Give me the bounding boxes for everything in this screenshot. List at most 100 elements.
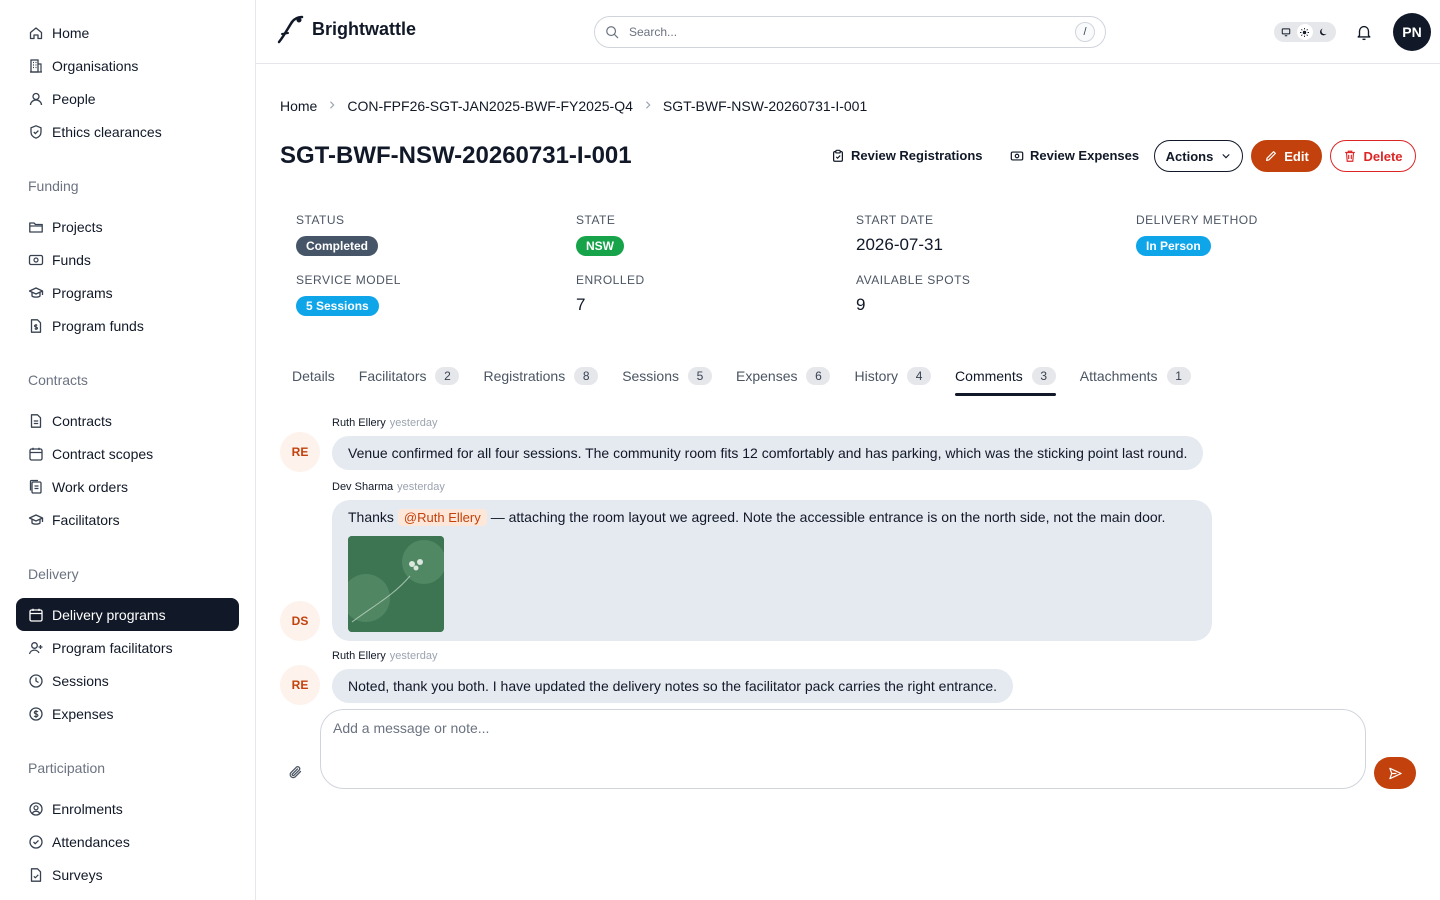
comment-author-line: Dev Sharma yesterday — [332, 481, 445, 493]
file-check-icon — [28, 867, 44, 883]
tab-expenses[interactable]: Expenses 6 — [724, 360, 842, 396]
check-circle-icon — [28, 834, 44, 850]
review-expenses-button[interactable]: Review Expenses — [1010, 148, 1139, 163]
sidebar-item-funds[interactable]: Funds — [16, 243, 239, 276]
sidebar-section-participation: Participation — [28, 760, 106, 776]
state-label: STATE — [576, 213, 616, 227]
actions-dropdown-button[interactable]: Actions — [1154, 140, 1243, 172]
tab-registrations[interactable]: Registrations 8 — [471, 360, 610, 396]
breadcrumb-item[interactable]: Home — [280, 98, 317, 114]
sidebar-item-program-funds[interactable]: Program funds — [16, 309, 239, 342]
actions-label: Actions — [1165, 148, 1214, 164]
sidebar-item-ethics-clearances[interactable]: Ethics clearances — [16, 115, 239, 148]
brand-name: Brightwattle — [312, 18, 417, 39]
available-spots-value: 9 — [856, 295, 866, 314]
moon-icon[interactable] — [1316, 24, 1332, 40]
search-input[interactable] — [629, 25, 1075, 39]
sun-icon[interactable] — [1296, 24, 1313, 40]
sidebar-section-funding: Funding — [28, 178, 79, 194]
sidebar-item-surveys[interactable]: Surveys — [16, 858, 239, 891]
sidebar-item-label: Enrolments — [52, 800, 123, 817]
sidebar-item-label: Organisations — [52, 57, 139, 74]
tab-sessions[interactable]: Sessions 5 — [610, 360, 724, 396]
enrolled-value: 7 — [576, 295, 586, 314]
monitor-icon[interactable] — [1278, 24, 1294, 40]
tab-comments[interactable]: Comments 3 — [943, 360, 1068, 396]
sidebar-item-facilitators[interactable]: Facilitators — [16, 503, 239, 536]
sidebar-item-label: Delivery programs — [52, 606, 166, 623]
comment-text: Venue confirmed for all four sessions. T… — [348, 445, 1188, 461]
sidebar-item-label: Expenses — [52, 705, 114, 722]
sidebar-item-programs[interactable]: Programs — [16, 276, 239, 309]
sidebar-item-label: Ethics clearances — [52, 123, 162, 140]
sidebar-item-expenses[interactable]: Expenses — [16, 697, 239, 730]
brand[interactable]: Brightwattle — [276, 14, 416, 44]
tab-attachments[interactable]: Attachments 1 — [1068, 360, 1203, 396]
edit-button[interactable]: Edit — [1251, 140, 1322, 172]
send-icon — [1388, 766, 1403, 781]
calendar-icon — [28, 446, 44, 462]
graduation-cap-icon — [28, 512, 44, 528]
tab-label: Details — [292, 368, 335, 384]
sidebar-item-contracts[interactable]: Contracts — [16, 404, 239, 437]
sidebar-item-program-facilitators[interactable]: Program facilitators — [16, 631, 239, 664]
tab-count-badge: 3 — [1031, 367, 1056, 385]
paperclip-icon[interactable] — [288, 764, 304, 780]
chevron-right-icon — [327, 99, 337, 113]
available-spots-label: AVAILABLE SPOTS — [856, 273, 971, 287]
attachment-thumbnail[interactable] — [348, 536, 444, 632]
message-input[interactable] — [333, 720, 1353, 778]
sidebar-item-projects[interactable]: Projects — [16, 210, 239, 243]
tab-count-badge: 4 — [907, 367, 932, 385]
sidebar-item-label: Projects — [52, 218, 103, 235]
service-model-label: SERVICE MODEL — [296, 273, 401, 287]
sidebar-item-label: Home — [52, 24, 90, 41]
edit-label: Edit — [1284, 148, 1309, 164]
tab-facilitators[interactable]: Facilitators 2 — [347, 360, 472, 396]
user-avatar[interactable]: PN — [1393, 13, 1431, 51]
calendar-icon — [28, 607, 44, 623]
sidebar-item-contract-scopes[interactable]: Contract scopes — [16, 437, 239, 470]
sidebar-item-work-orders[interactable]: Work orders — [16, 470, 239, 503]
enrolled-label: ENROLLED — [576, 273, 645, 287]
banknote-icon — [28, 252, 44, 268]
room-layout-image-icon — [348, 536, 444, 632]
breadcrumb-item[interactable]: CON-FPF26-SGT-JAN2025-BWF-FY2025-Q4 — [347, 98, 633, 114]
tab-details[interactable]: Details — [280, 360, 347, 396]
notifications-bell-icon[interactable] — [1354, 22, 1374, 42]
sidebar-item-label: Programs — [52, 284, 113, 301]
sidebar-item-people[interactable]: People — [16, 82, 239, 115]
sidebar-item-home[interactable]: Home — [16, 16, 239, 49]
shield-check-icon — [28, 124, 44, 140]
sidebar-item-enrolments[interactable]: Enrolments — [16, 792, 239, 825]
comment-avatar: RE — [280, 665, 320, 705]
tab-label: History — [854, 368, 899, 384]
theme-toggle[interactable] — [1274, 22, 1336, 42]
send-button[interactable] — [1374, 757, 1416, 789]
file-dollar-icon — [28, 318, 44, 334]
trash-icon — [1343, 149, 1357, 163]
dollar-circle-icon — [28, 706, 44, 722]
tab-count-badge: 8 — [574, 367, 599, 385]
page-title: SGT-BWF-NSW-20260731-I-001 — [280, 142, 632, 169]
comment-avatar: RE — [280, 432, 320, 472]
sidebar-item-sessions[interactable]: Sessions — [16, 664, 239, 697]
tab-count-badge: 2 — [435, 367, 460, 385]
comment-bubble: Noted, thank you both. I have updated th… — [332, 669, 1014, 703]
sidebar-item-attendances[interactable]: Attendances — [16, 825, 239, 858]
sidebar-item-label: Sessions — [52, 672, 109, 689]
delete-button[interactable]: Delete — [1330, 140, 1416, 172]
clipboard-copy-icon — [28, 479, 44, 495]
sidebar-item-label: Work orders — [52, 478, 128, 495]
sidebar-item-organisations[interactable]: Organisations — [16, 49, 239, 82]
comment-text-part: Thanks — [348, 509, 394, 525]
sidebar-item-survey-responses[interactable]: Survey responses — [16, 891, 239, 900]
review-registrations-button[interactable]: Review Registrations — [831, 148, 983, 163]
search-bar[interactable]: / — [594, 16, 1106, 48]
comment-time: yesterday — [389, 650, 438, 662]
user-mention[interactable]: @Ruth Ellery — [397, 509, 487, 526]
comment-bubble: Venue confirmed for all four sessions. T… — [332, 436, 1204, 470]
sidebar-item-delivery-programs[interactable]: Delivery programs — [16, 598, 239, 631]
tab-history[interactable]: History 4 — [842, 360, 943, 396]
comment-author: Dev Sharma — [332, 481, 394, 493]
